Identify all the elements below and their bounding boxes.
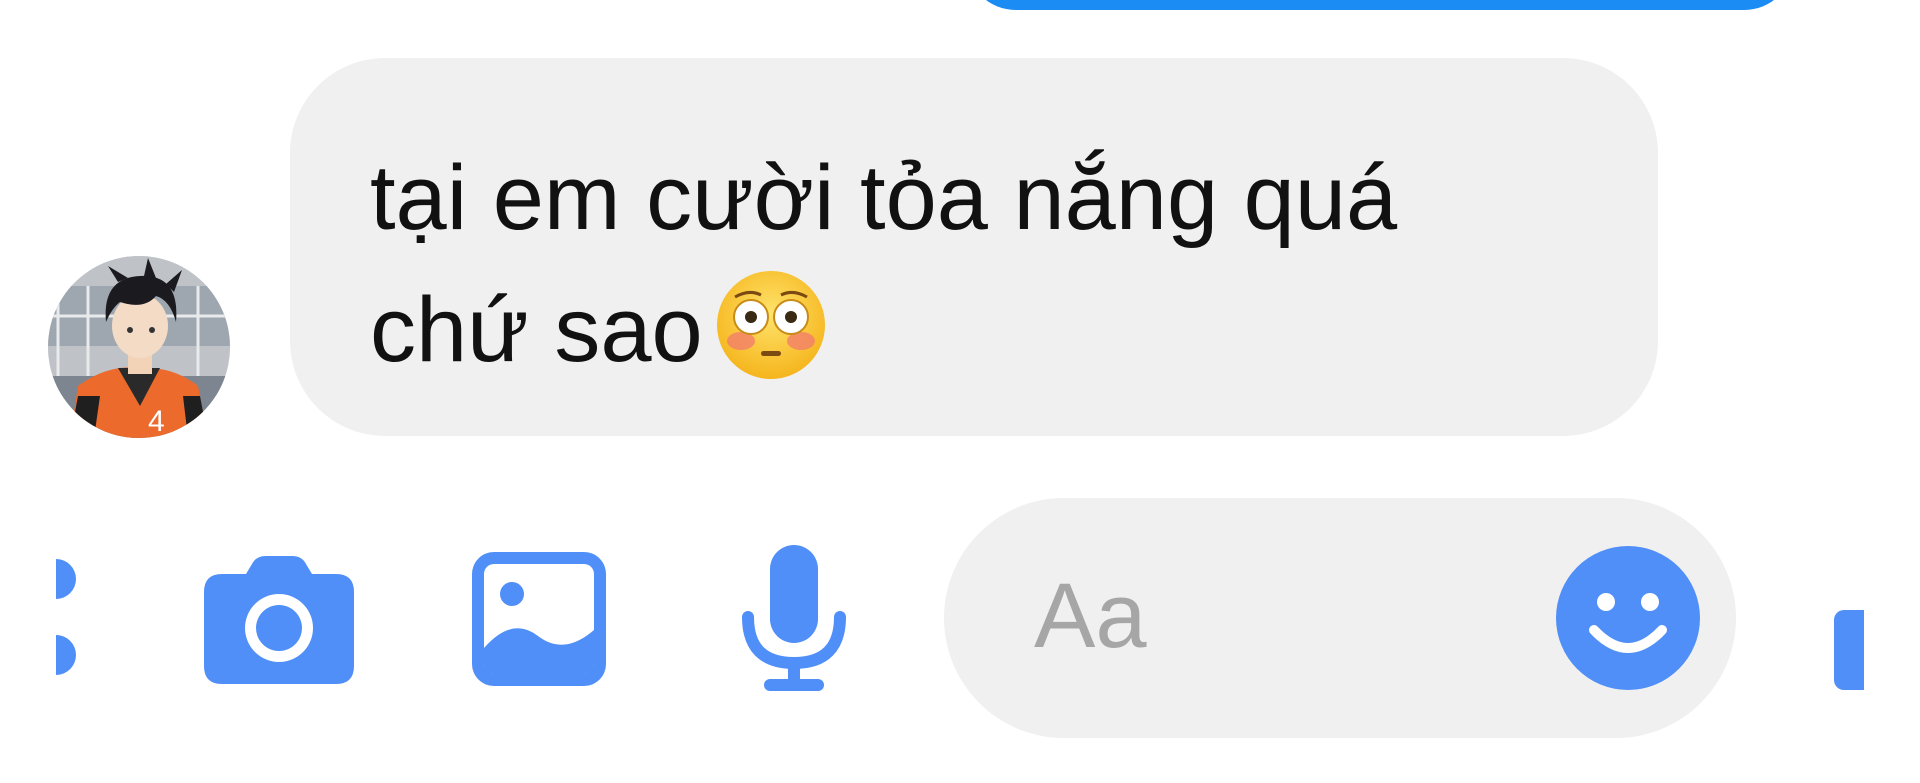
emoji-button[interactable]	[1556, 546, 1700, 690]
messenger-chat: 4 tại em cười tỏa nắng quá chứ sao	[0, 0, 1920, 783]
microphone-icon	[742, 545, 846, 691]
more-options-icon[interactable]	[36, 555, 76, 679]
avatar[interactable]: 4	[48, 256, 230, 438]
camera-button[interactable]	[204, 554, 354, 684]
smiley-icon	[1556, 546, 1700, 690]
camera-icon	[204, 556, 354, 684]
message-text-content: tại em cười tỏa nắng quá chứ sao	[370, 147, 1398, 381]
svg-text:4: 4	[148, 405, 165, 438]
message-input[interactable]	[1034, 546, 1474, 686]
flushed-face-emoji-icon	[713, 267, 829, 418]
sent-message-bubble[interactable]	[966, 0, 1794, 10]
image-icon	[472, 552, 606, 686]
image-gallery-button[interactable]	[472, 552, 606, 686]
received-message-bubble[interactable]: tại em cười tỏa nắng quá chứ sao	[290, 58, 1658, 436]
message-composer	[944, 498, 1736, 738]
voice-message-button[interactable]	[738, 545, 850, 691]
avatar-image: 4	[48, 256, 230, 438]
message-text: tại em cười tỏa nắng quá chứ sao	[370, 132, 1658, 418]
like-icon[interactable]	[1834, 610, 1864, 690]
